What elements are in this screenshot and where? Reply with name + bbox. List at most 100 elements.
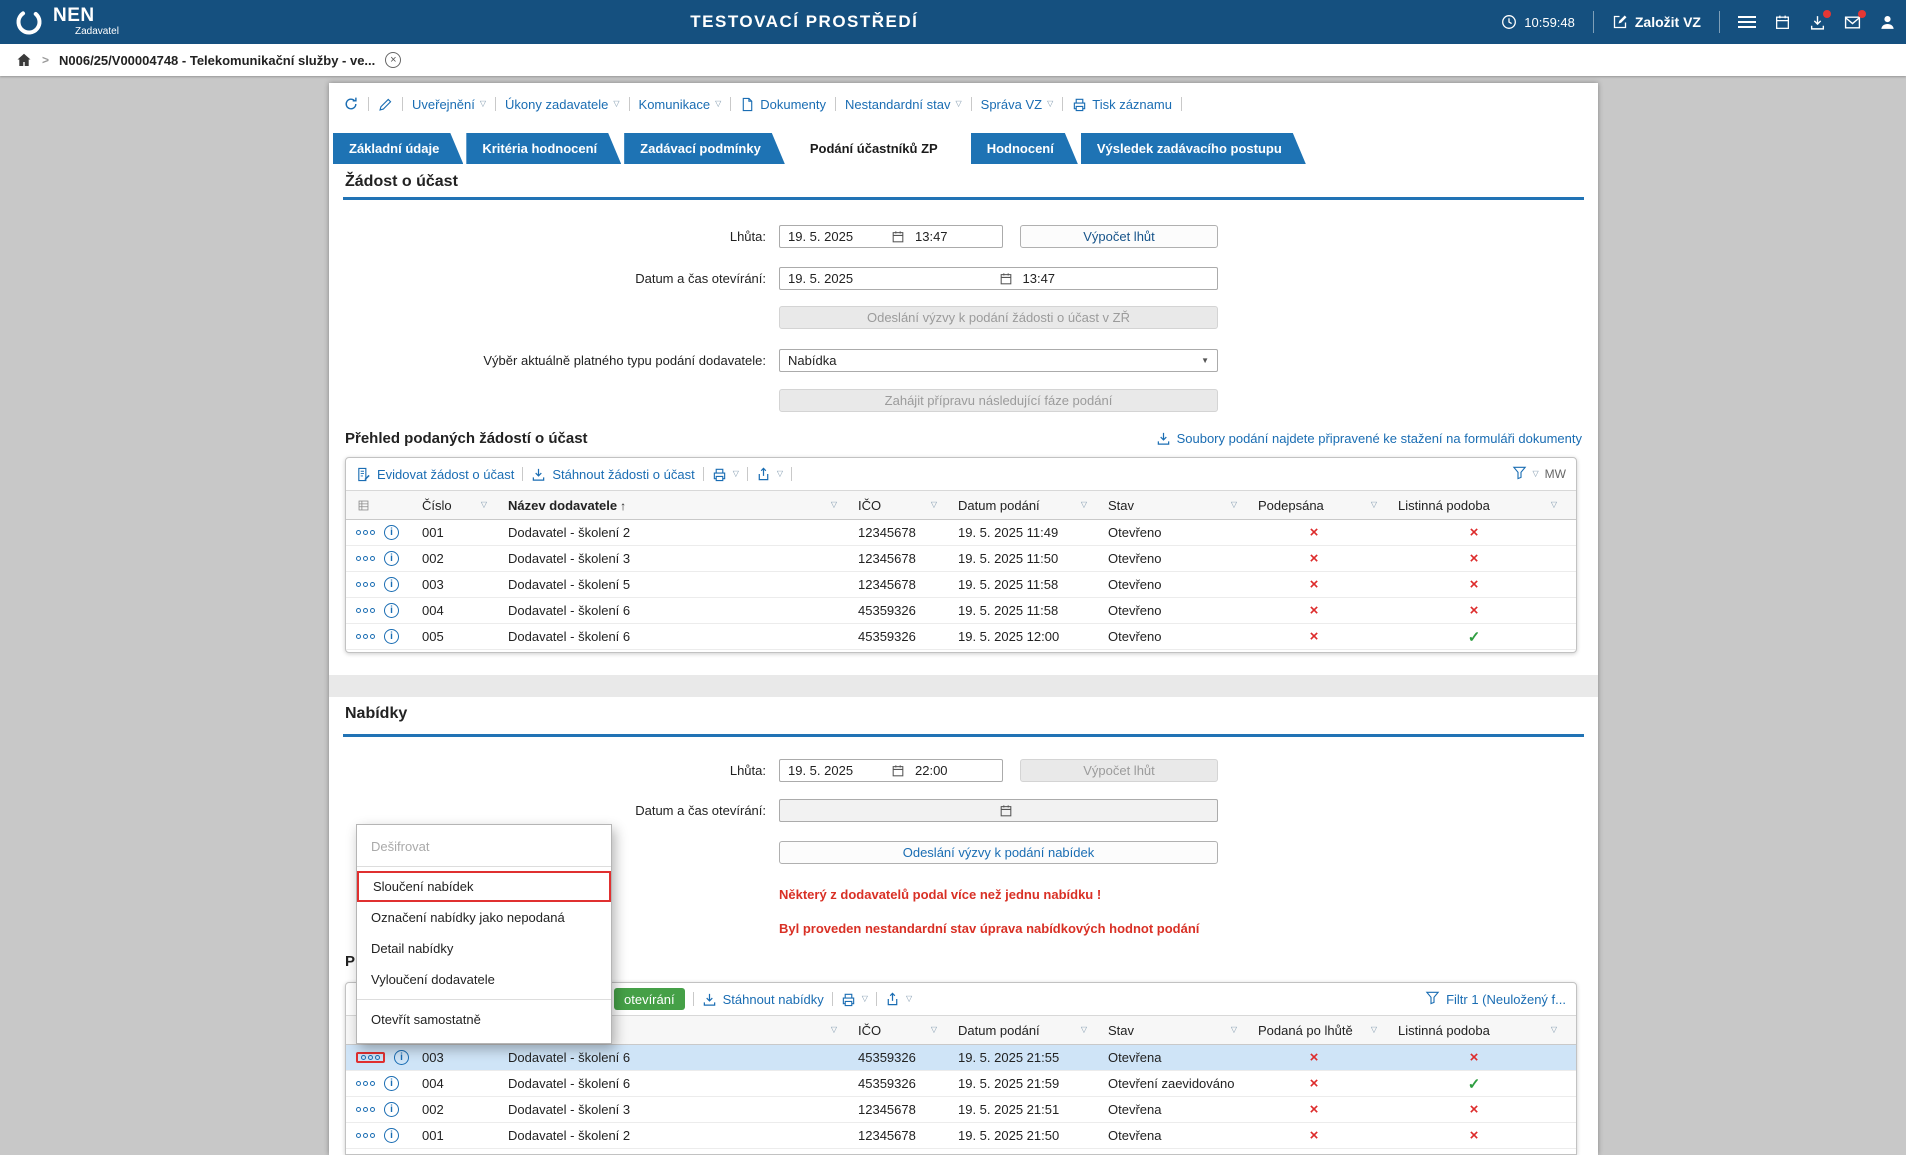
- row-menu-icon[interactable]: [356, 608, 375, 613]
- row-menu-icon[interactable]: [356, 1133, 375, 1138]
- nabidky-lhuta-input[interactable]: 19. 5. 2025 22:00: [779, 759, 1003, 782]
- row-menu-icon[interactable]: [356, 582, 375, 587]
- odeslani-vyzvy-nabidky-button[interactable]: Odeslání výzvy k podání nabídek: [779, 841, 1218, 864]
- lhuta-date[interactable]: 19. 5. 2025: [780, 229, 891, 244]
- stahnout-zadosti-button[interactable]: Stáhnout žádosti o účast: [531, 467, 694, 482]
- col-datum-podani[interactable]: Datum podání: [944, 1016, 1094, 1044]
- col-nazev-dodavatele[interactable]: Název dodavatele: [494, 491, 844, 519]
- menu-uverejneni[interactable]: Uveřejnění: [412, 97, 486, 112]
- column-filter-icon[interactable]: [1551, 1026, 1557, 1034]
- column-filter-icon[interactable]: [1371, 1026, 1377, 1034]
- vypocet-lhut-button[interactable]: Výpočet lhůt: [1020, 225, 1218, 248]
- info-icon[interactable]: [384, 603, 399, 618]
- table-row[interactable]: 002 Dodavatel - školení 3 12345678 19. 5…: [346, 1097, 1576, 1123]
- edit-record-button[interactable]: [378, 97, 393, 112]
- table-row-selected[interactable]: 003 Dodavatel - školení 6 45359326 19. 5…: [346, 1045, 1576, 1071]
- refresh-button[interactable]: [343, 96, 359, 112]
- breadcrumb-record[interactable]: N006/25/V00004748 - Telekomunikační služ…: [59, 53, 375, 68]
- menu-ukony-zadavatele[interactable]: Úkony zadavatele: [505, 97, 620, 112]
- grid-icon[interactable]: [357, 499, 370, 512]
- info-icon[interactable]: [394, 1050, 409, 1065]
- col-podepsana[interactable]: Podepsána: [1244, 491, 1384, 519]
- menu-sprava-vz[interactable]: Správa VZ: [981, 97, 1054, 112]
- col-cislo[interactable]: Číslo: [408, 491, 494, 519]
- nabidky-lhuta-time[interactable]: 22:00: [905, 763, 948, 778]
- menu-item-otevrit-samostatne[interactable]: Otevřít samostatně: [357, 1004, 611, 1035]
- typ-podani-select[interactable]: Nabídka: [779, 349, 1218, 372]
- column-filter-icon[interactable]: [1551, 501, 1557, 509]
- table-row[interactable]: 005 Dodavatel - školení 6 45359326 19. 5…: [346, 624, 1576, 650]
- soubory-podani-link[interactable]: Soubory podání najdete připravené ke sta…: [1156, 431, 1582, 446]
- table-row[interactable]: 003 Dodavatel - školení 5 12345678 19. 5…: [346, 572, 1576, 598]
- info-icon[interactable]: [384, 577, 399, 592]
- menu-tisk-zaznamu[interactable]: Tisk záznamu: [1072, 97, 1172, 112]
- column-filter-icon[interactable]: [1081, 1026, 1087, 1034]
- row-menu-icon[interactable]: [356, 556, 375, 561]
- column-filter-icon[interactable]: [831, 501, 837, 509]
- zalozit-vz-button[interactable]: Založit VZ: [1612, 14, 1701, 30]
- home-button[interactable]: [16, 52, 32, 68]
- menu-item-vylouceni-dodavatele[interactable]: Vyloučení dodavatele: [357, 964, 611, 995]
- menu-item-oznaceni-nepodana[interactable]: Označení nabídky jako nepodaná: [357, 902, 611, 933]
- info-icon[interactable]: [384, 525, 399, 540]
- user-button[interactable]: [1879, 14, 1896, 31]
- lhuta-input[interactable]: 19. 5. 2025 13:47: [779, 225, 1003, 248]
- row-menu-icon[interactable]: [356, 634, 375, 639]
- calendar-icon[interactable]: [999, 272, 1013, 286]
- column-filter-icon[interactable]: [1081, 501, 1087, 509]
- print-table-button[interactable]: [841, 992, 868, 1007]
- downloads-button[interactable]: [1809, 14, 1826, 31]
- calendar-button[interactable]: [1774, 14, 1791, 31]
- otevirani-date[interactable]: 19. 5. 2025: [780, 271, 999, 286]
- col-podana-po-lhute[interactable]: Podaná po lhůtě: [1244, 1016, 1384, 1044]
- main-menu-button[interactable]: [1738, 16, 1756, 28]
- info-icon[interactable]: [384, 1076, 399, 1091]
- filter-button[interactable]: [1425, 990, 1440, 1008]
- tab-zadavaci-podminky[interactable]: Zadávací podmínky: [624, 133, 785, 164]
- row-menu-icon[interactable]: [356, 1081, 375, 1086]
- tab-kriteria-hodnoceni[interactable]: Kritéria hodnocení: [466, 133, 621, 164]
- col-ico[interactable]: IČO: [844, 1016, 944, 1044]
- menu-nestandardni-stav[interactable]: Nestandardní stav: [845, 97, 962, 112]
- tab-vysledek[interactable]: Výsledek zadávacího postupu: [1081, 133, 1306, 164]
- menu-dokumenty[interactable]: Dokumenty: [740, 97, 826, 112]
- column-filter-icon[interactable]: [1231, 1026, 1237, 1034]
- table-row[interactable]: 004 Dodavatel - školení 6 45359326 19. 5…: [346, 598, 1576, 624]
- stahnout-nabidky-button[interactable]: Stáhnout nabídky: [702, 992, 824, 1007]
- row-menu-icon[interactable]: [356, 530, 375, 535]
- close-record-icon[interactable]: [385, 52, 401, 68]
- col-datum-podani[interactable]: Datum podání: [944, 491, 1094, 519]
- filter-name-label[interactable]: Filtr 1 (Neuložený f...: [1446, 992, 1566, 1007]
- col-listinna-podoba[interactable]: Listinná podoba: [1384, 1016, 1564, 1044]
- col-ico[interactable]: IČO: [844, 491, 944, 519]
- col-oznaceni[interactable]: Označ: [1564, 491, 1577, 519]
- column-filter-icon[interactable]: [931, 501, 937, 509]
- table-row[interactable]: 001 Dodavatel - školení 2 12345678 19. 5…: [346, 1123, 1576, 1149]
- export-table-button[interactable]: [885, 992, 912, 1007]
- menu-item-detail-nabidky[interactable]: Detail nabídky: [357, 933, 611, 964]
- col-listinna-podoba[interactable]: Listinná podoba: [1384, 491, 1564, 519]
- otevirani-button[interactable]: otevírání: [614, 988, 685, 1010]
- table-row[interactable]: 004 Dodavatel - školení 6 45359326 19. 5…: [346, 1071, 1576, 1097]
- menu-item-slouceni-nabidek[interactable]: Sloučení nabídek: [357, 871, 611, 902]
- info-icon[interactable]: [384, 551, 399, 566]
- column-filter-icon[interactable]: [831, 1026, 837, 1034]
- messages-button[interactable]: [1844, 14, 1861, 31]
- col-stav[interactable]: Stav: [1094, 491, 1244, 519]
- table-row[interactable]: 001 Dodavatel - školení 2 12345678 19. 5…: [346, 520, 1576, 546]
- row-menu-icon[interactable]: [356, 1107, 375, 1112]
- calendar-icon[interactable]: [891, 764, 905, 778]
- column-filter-icon[interactable]: [481, 501, 487, 509]
- table-row[interactable]: 002 Dodavatel - školení 3 12345678 19. 5…: [346, 546, 1576, 572]
- column-filter-icon[interactable]: [1371, 501, 1377, 509]
- filter-dropdown-icon[interactable]: [1533, 470, 1539, 478]
- column-filter-icon[interactable]: [1231, 501, 1237, 509]
- lhuta-time[interactable]: 13:47: [905, 229, 948, 244]
- col-stav[interactable]: Stav: [1094, 1016, 1244, 1044]
- print-table-button[interactable]: [712, 467, 739, 482]
- row-menu-icon[interactable]: [361, 1055, 380, 1060]
- filter-button[interactable]: [1512, 465, 1527, 483]
- tab-hodnoceni[interactable]: Hodnocení: [971, 133, 1078, 164]
- nen-brand[interactable]: NEN Zadavatel: [14, 6, 119, 37]
- evidovat-zadost-button[interactable]: Evidovat žádost o účast: [356, 467, 514, 482]
